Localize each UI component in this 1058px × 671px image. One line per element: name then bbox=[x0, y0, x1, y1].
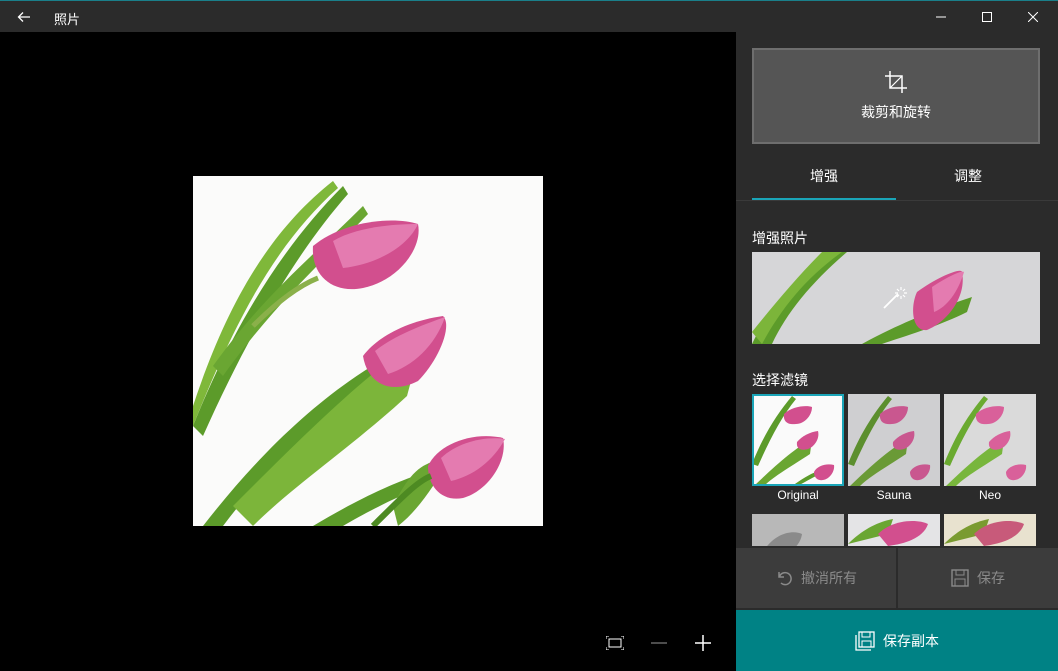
filter-thumbnail bbox=[752, 394, 844, 486]
undo-all-button[interactable]: 撤消所有 bbox=[736, 548, 896, 608]
back-arrow-icon bbox=[17, 12, 30, 22]
tab-adjust[interactable]: 调整 bbox=[896, 160, 1040, 200]
crop-icon bbox=[885, 71, 907, 93]
tab-enhance[interactable]: 增强 bbox=[752, 160, 896, 200]
back-button[interactable] bbox=[8, 3, 40, 31]
zoom-in-button[interactable] bbox=[689, 629, 717, 657]
filter-sauna[interactable]: Sauna bbox=[848, 394, 940, 504]
filter-thumbnail-row2-3[interactable] bbox=[944, 514, 1036, 546]
filter-original[interactable]: Original bbox=[752, 394, 844, 504]
save-copy-label: 保存副本 bbox=[883, 632, 939, 649]
undo-icon bbox=[778, 571, 792, 586]
crop-rotate-button[interactable]: 裁剪和旋转 bbox=[752, 48, 1040, 144]
fit-to-screen-icon bbox=[606, 636, 624, 650]
minimize-button[interactable] bbox=[918, 1, 964, 33]
save-copy-icon bbox=[855, 630, 875, 651]
close-icon bbox=[1028, 12, 1038, 22]
save-icon bbox=[951, 569, 969, 587]
filter-thumbnail bbox=[944, 394, 1036, 486]
action-row: 撤消所有 保存 bbox=[736, 548, 1058, 608]
zoom-out-button[interactable] bbox=[645, 629, 673, 657]
enhance-title: 增强照片 bbox=[752, 230, 808, 246]
maximize-button[interactable] bbox=[964, 1, 1010, 33]
filter-thumbnail-row2-1[interactable] bbox=[752, 514, 844, 546]
enhance-photo-button[interactable] bbox=[752, 252, 1040, 344]
zoom-out-icon bbox=[651, 642, 667, 644]
edit-tabs: 增强 调整 bbox=[752, 160, 1042, 200]
filter-neo[interactable]: Neo bbox=[944, 394, 1036, 504]
crop-rotate-label: 裁剪和旋转 bbox=[861, 104, 931, 120]
zoom-in-icon bbox=[695, 635, 711, 651]
photo-canvas bbox=[0, 32, 736, 671]
save-copy-button[interactable]: 保存副本 bbox=[736, 610, 1058, 671]
maximize-icon bbox=[982, 12, 992, 22]
filter-grid: Original Sauna Neo bbox=[752, 394, 1040, 546]
edit-panel: 裁剪和旋转 增强 调整 增强照片 选择滤镜 Original Sauna Neo… bbox=[736, 32, 1058, 671]
filter-label: Neo bbox=[978, 488, 1001, 502]
filter-label: Original bbox=[777, 488, 819, 502]
minimize-icon bbox=[936, 16, 946, 18]
filter-thumbnail-row2-2[interactable] bbox=[848, 514, 940, 546]
tab-divider bbox=[736, 200, 1058, 201]
save-label: 保存 bbox=[977, 570, 1005, 586]
save-button[interactable]: 保存 bbox=[898, 548, 1058, 608]
filter-thumbnail bbox=[848, 394, 940, 486]
filters-title: 选择滤镜 bbox=[752, 372, 808, 388]
tulip-photo bbox=[193, 176, 543, 526]
fit-to-screen-button[interactable] bbox=[601, 629, 629, 657]
app-title: 照片 bbox=[54, 12, 81, 27]
filter-label: Sauna bbox=[876, 488, 912, 502]
magic-wand-icon bbox=[883, 287, 907, 309]
close-button[interactable] bbox=[1010, 1, 1056, 33]
title-bar: 照片 bbox=[0, 0, 1058, 32]
undo-all-label: 撤消所有 bbox=[801, 570, 857, 586]
